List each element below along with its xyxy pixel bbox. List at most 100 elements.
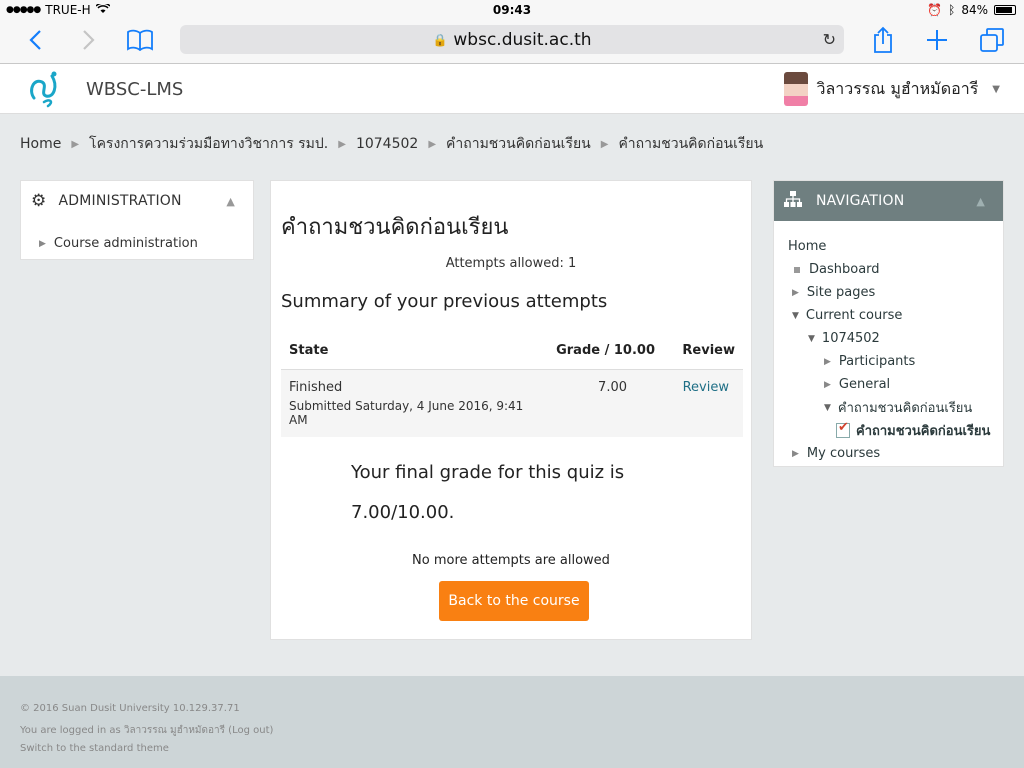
share-icon[interactable] xyxy=(868,20,898,60)
breadcrumb-category[interactable]: โครงการความร่วมมือทางวิชาการ รมป. xyxy=(89,133,328,155)
nav-item-participants[interactable]: ▶ Participants xyxy=(788,350,1003,373)
breadcrumb-separator-icon: ▶ xyxy=(71,138,80,150)
nav-item-label: Home xyxy=(788,239,827,254)
final-grade-line1: Your final grade for this quiz is xyxy=(351,462,625,483)
attempts-allowed: Attempts allowed: 1 xyxy=(445,256,577,271)
administration-header[interactable]: ⚙ ADMINISTRATION ▲ xyxy=(21,181,253,221)
no-more-attempts: No more attempts are allowed xyxy=(412,553,610,568)
nav-item-label: 1074502 xyxy=(821,331,880,346)
nav-item-quiz[interactable]: คำถามชวนคิดก่อนเรียน xyxy=(788,419,1003,442)
expand-icon: ▶ xyxy=(792,287,799,298)
final-grade-line2: 7.00/10.00. xyxy=(351,502,455,523)
collapse-icon[interactable]: ▲ xyxy=(226,195,235,208)
new-tab-icon[interactable] xyxy=(922,20,952,60)
battery-percent: 84% xyxy=(961,3,988,17)
review-link[interactable]: Review xyxy=(683,380,729,395)
grade-cell: 7.00 xyxy=(543,369,663,437)
breadcrumb-section[interactable]: คำถามชวนคิดก่อนเรียน xyxy=(446,133,591,155)
nav-item-label: My courses xyxy=(806,446,881,461)
navigation-tree: Home Dashboard ▶ Site pages ▼ Current co… xyxy=(774,221,1003,465)
column-review: Review xyxy=(663,333,743,370)
tabs-icon[interactable] xyxy=(976,20,1008,60)
nav-item-current-course[interactable]: ▼ Current course xyxy=(788,304,1003,327)
browser-toolbar: 🔒 wbsc.dusit.ac.th ↻ xyxy=(0,20,1024,64)
nav-item-label: Participants xyxy=(838,354,916,369)
nav-item-label: General xyxy=(838,377,891,392)
alarm-icon: ⏰ xyxy=(927,3,943,17)
battery-icon xyxy=(994,5,1016,15)
state-value: Finished xyxy=(289,379,343,395)
page-footer: © 2016 Suan Dusit University 10.129.37.7… xyxy=(0,676,1024,768)
reload-icon[interactable]: ↻ xyxy=(823,30,836,49)
back-to-course-button[interactable]: Back to the course xyxy=(439,581,589,621)
ios-status-bar: ●●●●● TRUE-H 09:43 ⏰ ᛒ 84% xyxy=(0,0,1024,20)
site-logo[interactable] xyxy=(24,68,64,108)
site-name[interactable]: WBSC-LMS xyxy=(86,79,183,100)
attempts-table: State Grade / 10.00 Review Finished Subm… xyxy=(281,333,743,437)
back-icon[interactable] xyxy=(20,20,50,60)
copyright-text: © 2016 Suan Dusit University 10.129.37.7… xyxy=(20,703,240,714)
nav-item-home[interactable]: Home xyxy=(788,235,1003,258)
summary-heading: Summary of your previous attempts xyxy=(281,291,608,312)
nav-item-general[interactable]: ▶ General xyxy=(788,373,1003,396)
user-name: วิลาวรรณ มูฮำหมัดอารี xyxy=(816,78,979,98)
quiz-title: คำถามชวนคิดก่อนเรียน xyxy=(281,215,509,240)
switch-theme-link[interactable]: Switch to the standard theme xyxy=(20,743,1004,763)
site-header: WBSC-LMS วิลาวรรณ มูฮำหมัดอารี ▼ xyxy=(0,64,1024,114)
lock-icon: 🔒 xyxy=(432,32,448,47)
bluetooth-icon: ᛒ xyxy=(948,3,956,17)
nav-item-course[interactable]: ▼ 1074502 xyxy=(788,327,1003,350)
breadcrumb-home[interactable]: Home xyxy=(20,136,61,152)
expand-icon: ▶ xyxy=(824,379,831,390)
breadcrumb-course[interactable]: 1074502 xyxy=(356,136,418,152)
forward-icon[interactable] xyxy=(74,20,104,60)
administration-block: ⚙ ADMINISTRATION ▲ ▶ Course administrati… xyxy=(20,180,254,260)
navigation-header[interactable]: NAVIGATION ▲ xyxy=(774,181,1003,221)
column-state: State xyxy=(281,333,543,370)
main-content: คำถามชวนคิดก่อนเรียน Attempts allowed: 1… xyxy=(270,180,752,640)
submitted-date: Submitted Saturday, 4 June 2016, 9:41 AM xyxy=(289,398,524,427)
navigation-block: NAVIGATION ▲ Home Dashboard ▶ Site pages… xyxy=(773,180,1004,467)
bullet-icon xyxy=(794,266,800,273)
breadcrumb-separator-icon: ▶ xyxy=(338,138,346,150)
sitemap-icon xyxy=(784,191,802,211)
collapse-icon[interactable]: ▲ xyxy=(976,195,985,208)
expand-icon: ▶ xyxy=(792,448,799,459)
administration-title: ADMINISTRATION xyxy=(58,193,182,209)
review-cell: Review xyxy=(663,369,743,437)
nav-item-label: Site pages xyxy=(806,285,876,300)
url-text: wbsc.dusit.ac.th xyxy=(453,29,592,50)
collapse-arrow-icon: ▼ xyxy=(824,402,831,413)
breadcrumb: Home ▶ โครงการความร่วมมือทางวิชาการ รมป.… xyxy=(20,133,763,155)
breadcrumb-current[interactable]: คำถามชวนคิดก่อนเรียน xyxy=(618,133,763,155)
course-administration-item[interactable]: ▶ Course administration xyxy=(21,236,253,251)
nav-item-dashboard[interactable]: Dashboard xyxy=(788,258,1003,281)
nav-item-site-pages[interactable]: ▶ Site pages xyxy=(788,281,1003,304)
nav-item-section[interactable]: ▼ คำถามชวนคิดก่อนเรียน xyxy=(788,396,1003,419)
state-cell: Finished Submitted Saturday, 4 June 2016… xyxy=(281,369,543,437)
quiz-icon xyxy=(836,420,850,438)
breadcrumb-separator-icon: ▶ xyxy=(428,138,437,150)
collapse-arrow-icon: ▼ xyxy=(808,333,815,344)
logged-in-text[interactable]: You are logged in as วิลาวรรณ มูฮำหมัดอา… xyxy=(20,723,1004,743)
bookmarks-icon[interactable] xyxy=(124,20,156,60)
breadcrumb-separator-icon: ▶ xyxy=(600,138,609,150)
address-bar[interactable]: 🔒 wbsc.dusit.ac.th ↻ xyxy=(180,25,844,54)
avatar xyxy=(784,72,809,106)
nav-item-my-courses[interactable]: ▶ My courses xyxy=(788,442,1003,465)
course-administration-label: Course administration xyxy=(53,236,198,251)
collapse-arrow-icon: ▼ xyxy=(792,310,799,321)
expand-icon: ▶ xyxy=(39,238,46,249)
expand-icon: ▶ xyxy=(824,356,831,367)
gears-icon: ⚙ xyxy=(31,191,47,211)
table-row: Finished Submitted Saturday, 4 June 2016… xyxy=(281,369,743,437)
nav-item-label: Dashboard xyxy=(809,262,880,277)
navigation-title: NAVIGATION xyxy=(816,193,905,209)
column-grade: Grade / 10.00 xyxy=(543,333,663,370)
nav-item-label: คำถามชวนคิดก่อนเรียน xyxy=(837,401,973,416)
caret-down-icon: ▼ xyxy=(992,83,1000,95)
final-grade: Your final grade for this quiz is 7.00/1… xyxy=(351,453,624,533)
user-menu[interactable]: วิลาวรรณ มูฮำหมัดอารี ▼ xyxy=(784,72,1000,106)
clock: 09:43 xyxy=(492,3,532,17)
nav-item-label: คำถามชวนคิดก่อนเรียน xyxy=(856,424,991,439)
